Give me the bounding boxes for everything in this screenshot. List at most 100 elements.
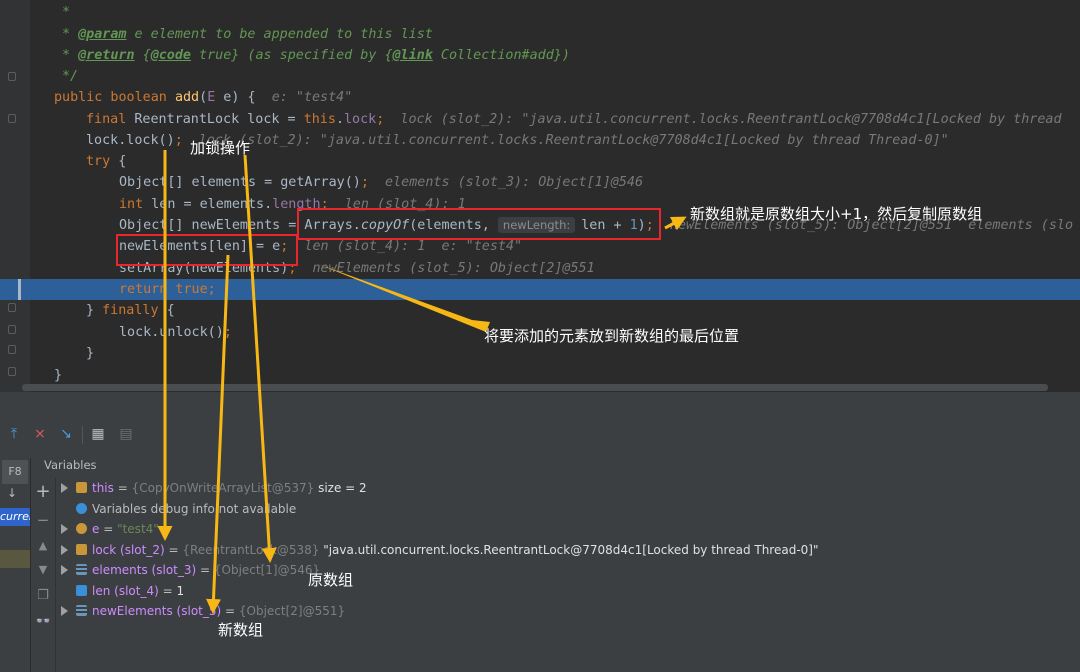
- code-line[interactable]: }: [0, 343, 1080, 364]
- code-line[interactable]: lock.unlock();: [0, 322, 1080, 343]
- code-line[interactable]: }: [0, 365, 1080, 386]
- code-token: lock.lock(): [86, 133, 175, 148]
- add-watch-icon[interactable]: +: [35, 483, 51, 501]
- code-line[interactable]: * @return {@code true} (as specified by …: [0, 45, 1080, 66]
- code-line[interactable]: final ReentrantLock lock = this.lock; lo…: [0, 109, 1080, 130]
- frames-tab[interactable]: F8: [2, 460, 28, 484]
- code-text: Object[] newElements = Arrays.copyOf(ele…: [119, 215, 1073, 236]
- expand-arrow-icon[interactable]: [61, 483, 68, 493]
- variable-name: this: [92, 481, 114, 495]
- code-token: lock (slot_2): "java.util.concurrent.loc…: [384, 112, 1062, 127]
- code-token: {: [118, 154, 127, 169]
- int-icon: [76, 584, 87, 596]
- code-text: * @return {@code true} (as specified by …: [62, 45, 570, 66]
- code-token: @link: [392, 48, 433, 63]
- code-token: this: [303, 112, 336, 127]
- code-token: Object[] newElements = Arrays.: [119, 218, 361, 233]
- variables-panel: Variables + − ▲ ▼ ❐ 👓 this = {CopyOnWrit…: [31, 450, 1080, 672]
- frames-strip: F8 ↓ current: [0, 458, 31, 672]
- variable-name: newElements (slot_5): [92, 604, 222, 618]
- variable-row[interactable]: newElements (slot_5) = {Object[2]@551}: [61, 601, 345, 621]
- code-line[interactable]: *: [0, 2, 1080, 23]
- code-token: }: [54, 368, 63, 383]
- code-token: {: [134, 48, 151, 63]
- toolbar-divider: [82, 426, 83, 444]
- code-text: *: [62, 2, 70, 23]
- variable-value: 1: [176, 583, 185, 598]
- variables-title: Variables: [44, 458, 97, 472]
- code-text: } finally {: [86, 300, 175, 321]
- drop-frame-icon[interactable]: ⨯: [32, 426, 48, 442]
- code-token: (: [199, 90, 208, 105]
- param-icon: [76, 523, 87, 534]
- code-token: ): [637, 218, 646, 233]
- variable-value: size = 2: [314, 481, 367, 495]
- variable-equals: =: [158, 583, 177, 598]
- variable-equals: =: [99, 522, 118, 536]
- variable-row[interactable]: lock (slot_2) = {ReentrantLock@538} "jav…: [61, 540, 819, 560]
- code-token: len +: [581, 218, 630, 233]
- code-token: ;: [645, 218, 654, 233]
- variable-row[interactable]: elements (slot_3) = {Object[1]@546}: [61, 560, 320, 580]
- expand-arrow-icon[interactable]: [61, 606, 68, 616]
- run-to-cursor-icon[interactable]: ↘: [58, 426, 74, 442]
- code-token: newElements[len] = e: [119, 239, 281, 254]
- expand-arrow-icon[interactable]: [61, 544, 68, 555]
- remove-watch-icon[interactable]: −: [35, 512, 51, 528]
- glasses-icon[interactable]: 👓: [35, 614, 51, 630]
- code-token: length: [272, 197, 321, 212]
- code-line[interactable]: Object[] elements = getArray(); elements…: [0, 172, 1080, 193]
- code-text: * @param e element to be appended to thi…: [62, 24, 433, 45]
- code-editor[interactable]: * * @param e element to be appended to th…: [0, 0, 1080, 392]
- code-token: @code: [150, 48, 191, 63]
- variable-value: "java.util.concurrent.locks.ReentrantLoc…: [319, 542, 819, 557]
- code-line[interactable]: int len = elements.length; len (slot_4):…: [0, 194, 1080, 215]
- variable-name: elements (slot_3): [92, 563, 197, 577]
- variable-row[interactable]: len (slot_4) = 1: [61, 581, 184, 601]
- expand-arrow-icon[interactable]: [61, 565, 68, 575]
- code-token: len = elements.: [151, 197, 273, 212]
- debugger-panel: ⤒ ⨯ ↘ ▦ ▤ F8 ↓ current Variables + − ▲ ▼…: [0, 392, 1080, 672]
- frame-item[interactable]: [0, 550, 30, 568]
- code-line[interactable]: public boolean add(E e) { e: "test4": [0, 87, 1080, 108]
- move-up-icon[interactable]: ▲: [35, 538, 51, 554]
- code-line[interactable]: try {: [0, 151, 1080, 172]
- code-token: finally: [102, 303, 167, 318]
- code-token: (elements,: [409, 218, 498, 233]
- code-token: @return: [78, 48, 135, 63]
- code-line[interactable]: * @param e element to be appended to thi…: [0, 24, 1080, 45]
- code-line[interactable]: Object[] newElements = Arrays.copyOf(ele…: [0, 215, 1080, 236]
- code-line[interactable]: newElements[len] = e; len (slot_4): 1 e:…: [0, 236, 1080, 257]
- code-token: try: [86, 154, 119, 169]
- code-text: lock.lock(); lock (slot_2): "java.util.c…: [86, 130, 949, 151]
- parameter-hint: newLength:: [497, 217, 576, 233]
- horizontal-scrollbar[interactable]: [22, 384, 1048, 391]
- copy-icon[interactable]: ❐: [35, 588, 51, 604]
- code-line[interactable]: lock.lock(); lock (slot_2): "java.util.c…: [0, 130, 1080, 151]
- code-token: }: [86, 303, 103, 318]
- move-down-icon[interactable]: ▼: [35, 562, 51, 578]
- field-icon: [76, 543, 87, 555]
- selected-frame[interactable]: current: [0, 508, 30, 526]
- code-line[interactable]: } finally {: [0, 300, 1080, 321]
- code-token: */: [62, 69, 79, 84]
- variable-name: lock (slot_2): [92, 542, 165, 557]
- expand-arrow-icon[interactable]: [61, 524, 68, 534]
- variable-row[interactable]: Variables debug info not available: [61, 499, 296, 519]
- code-line[interactable]: */: [0, 66, 1080, 87]
- code-line[interactable]: setArray(newElements); newElements (slot…: [0, 258, 1080, 279]
- code-token: e element to be appended to this list: [126, 27, 433, 42]
- code-line-current[interactable]: return true;: [0, 279, 1080, 300]
- debugger-toolbar: ⤒ ⨯ ↘ ▦ ▤: [0, 420, 1080, 450]
- variable-value: "test4": [117, 522, 159, 536]
- variables-actions: + − ▲ ▼ ❐ 👓: [31, 478, 56, 672]
- code-token: }: [86, 346, 95, 361]
- variable-type: {ReentrantLock@538}: [182, 542, 320, 557]
- trace-icon[interactable]: ▤: [118, 426, 134, 442]
- arrow-down-icon[interactable]: ↓: [7, 486, 17, 500]
- variable-row[interactable]: e = "test4": [61, 519, 159, 539]
- step-out-icon[interactable]: ⤒: [6, 426, 22, 442]
- array-icon: [76, 564, 87, 575]
- evaluate-expression-icon[interactable]: ▦: [90, 426, 106, 442]
- variable-row[interactable]: this = {CopyOnWriteArrayList@537} size =…: [61, 478, 367, 498]
